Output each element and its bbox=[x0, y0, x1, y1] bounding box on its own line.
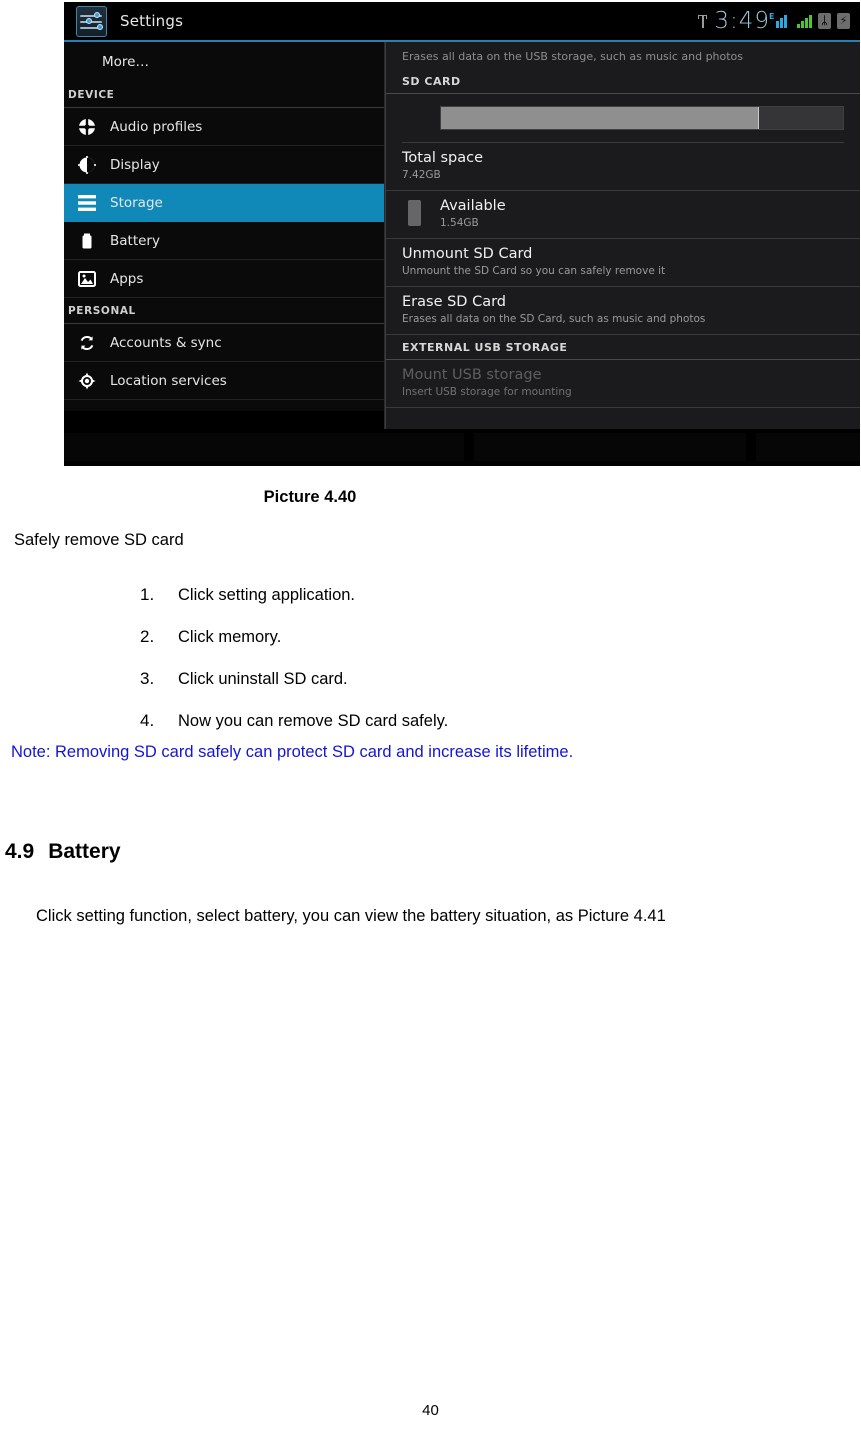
list-item: 2. Click memory. bbox=[140, 616, 448, 658]
storage-icon bbox=[76, 192, 98, 214]
step-text: Now you can remove SD card safely. bbox=[178, 712, 449, 730]
apps-image-icon bbox=[76, 268, 98, 290]
total-space-row: Total space 7.42GB bbox=[386, 143, 860, 191]
external-usb-section-header: EXTERNAL USB STORAGE bbox=[386, 335, 860, 360]
list-item: 3. Click uninstall SD card. bbox=[140, 658, 448, 700]
signal-bars-icon-secondary bbox=[797, 14, 812, 28]
note-text: Note: Removing SD card safely can protec… bbox=[11, 743, 574, 761]
available-color-swatch bbox=[408, 200, 421, 226]
erase-sd-card-subtitle: Erases all data on the SD Card, such as … bbox=[402, 313, 706, 325]
content-scrollbar[interactable] bbox=[856, 42, 859, 429]
erase-sd-card-row[interactable]: Erase SD Card Erases all data on the SD … bbox=[386, 287, 860, 335]
step-text: Click uninstall SD card. bbox=[178, 670, 348, 688]
steps-list: 1. Click setting application. 2. Click mem… bbox=[140, 574, 448, 742]
sidebar-item-display[interactable]: Display bbox=[64, 146, 384, 184]
sidebar-header-device: DEVICE bbox=[64, 82, 384, 108]
sidebar-item-audio-profiles[interactable]: Audio profiles bbox=[64, 108, 384, 146]
sidebar-item-label: More… bbox=[102, 54, 149, 70]
available-space-row: Available 1.54GB bbox=[386, 191, 860, 239]
bluetooth-icon: ᛦ bbox=[818, 13, 831, 29]
mount-usb-storage-title: Mount USB storage bbox=[402, 367, 542, 383]
sync-icon bbox=[76, 332, 98, 354]
system-status-bar: Settings 3:49 E ᛦ ⚡ bbox=[64, 2, 860, 40]
step-number: 3. bbox=[140, 669, 155, 688]
page-number: 40 bbox=[422, 1402, 439, 1419]
sd-usage-bar bbox=[440, 106, 844, 130]
step-number: 2. bbox=[140, 627, 155, 646]
network-type-badge: E bbox=[769, 12, 775, 21]
app-title: Settings bbox=[120, 12, 184, 30]
battery-icon bbox=[76, 230, 98, 252]
sd-card-section-header: SD CARD bbox=[386, 69, 860, 94]
unmount-sd-card-subtitle: Unmount the SD Card so you can safely re… bbox=[402, 265, 666, 277]
sidebar-item-label: Audio profiles bbox=[110, 118, 203, 135]
sidebar-item-label: Storage bbox=[110, 194, 163, 211]
storage-content-panel: Erases all data on the USB storage, such… bbox=[385, 42, 860, 429]
step-text: Click setting application. bbox=[178, 586, 356, 604]
signal-bars-icon: E bbox=[769, 12, 791, 28]
usb-erase-description: Erases all data on the USB storage, such… bbox=[402, 50, 744, 63]
status-icons: 3:49 E ᛦ ⚡ bbox=[697, 8, 850, 34]
section-paragraph: Click setting function, select battery, … bbox=[36, 907, 666, 925]
sidebar-bottom-fade bbox=[64, 411, 384, 429]
sidebar-item-label: Battery bbox=[110, 232, 160, 249]
battery-charging-icon: ⚡ bbox=[837, 13, 850, 29]
unmount-sd-card-title: Unmount SD Card bbox=[402, 246, 533, 262]
step-number: 1. bbox=[140, 585, 155, 604]
sidebar-item-battery[interactable]: Battery bbox=[64, 222, 384, 260]
nav-segment-back[interactable] bbox=[64, 433, 464, 461]
list-item: 4. Now you can remove SD card safely. bbox=[140, 700, 448, 742]
sidebar-item-accounts-sync[interactable]: Accounts & sync bbox=[64, 324, 384, 362]
list-item: 1. Click setting application. bbox=[140, 574, 448, 616]
nav-segment-home[interactable] bbox=[474, 433, 746, 461]
location-icon bbox=[76, 370, 98, 392]
sidebar-header-personal: PERSONAL bbox=[64, 298, 384, 324]
settings-sliders-icon bbox=[76, 5, 107, 37]
sidebar-item-apps[interactable]: Apps bbox=[64, 260, 384, 298]
available-value: 1.54GB bbox=[440, 217, 479, 229]
lead-text: Safely remove SD card bbox=[14, 531, 184, 549]
total-space-value: 7.42GB bbox=[402, 169, 441, 181]
sidebar-item-label: Display bbox=[110, 156, 160, 173]
sidebar-item-label: Location services bbox=[110, 372, 227, 389]
sidebar-item-storage[interactable]: Storage bbox=[64, 184, 384, 222]
sidebar-item-label: Accounts & sync bbox=[110, 334, 222, 351]
section-number: 4.9 bbox=[5, 840, 35, 863]
section-heading: 4.9 Battery bbox=[5, 840, 121, 864]
mount-usb-storage-row: Mount USB storage Insert USB storage for… bbox=[386, 360, 860, 408]
section-title: Battery bbox=[48, 840, 121, 863]
step-text: Click memory. bbox=[178, 628, 282, 646]
usb-icon bbox=[697, 13, 708, 29]
available-title: Available bbox=[440, 198, 506, 214]
audio-profiles-icon bbox=[76, 116, 98, 138]
figure-caption: Picture 4.40 bbox=[263, 488, 357, 506]
sidebar-item-location-services[interactable]: Location services bbox=[64, 362, 384, 400]
settings-panes: More… DEVICE Audio profiles Display Stor… bbox=[64, 42, 860, 429]
unmount-sd-card-row[interactable]: Unmount SD Card Unmount the SD Card so y… bbox=[386, 239, 860, 287]
sidebar-item-more[interactable]: More… bbox=[64, 42, 384, 82]
sd-usage-bar-fill bbox=[441, 107, 759, 129]
total-space-title: Total space bbox=[402, 150, 484, 166]
system-navigation-bar[interactable] bbox=[64, 429, 860, 466]
mount-usb-storage-subtitle: Insert USB storage for mounting bbox=[402, 386, 572, 398]
nav-segment-recents[interactable] bbox=[756, 433, 860, 461]
settings-sidebar[interactable]: More… DEVICE Audio profiles Display Stor… bbox=[64, 42, 385, 429]
erase-sd-card-title: Erase SD Card bbox=[402, 294, 506, 310]
status-clock: 3:49 bbox=[714, 8, 770, 34]
sidebar-item-label: Apps bbox=[110, 270, 144, 287]
step-number: 4. bbox=[140, 711, 155, 730]
tablet-screenshot: Settings 3:49 E ᛦ ⚡ More… DEVICE Audio p… bbox=[64, 2, 860, 466]
display-brightness-icon bbox=[76, 154, 98, 176]
